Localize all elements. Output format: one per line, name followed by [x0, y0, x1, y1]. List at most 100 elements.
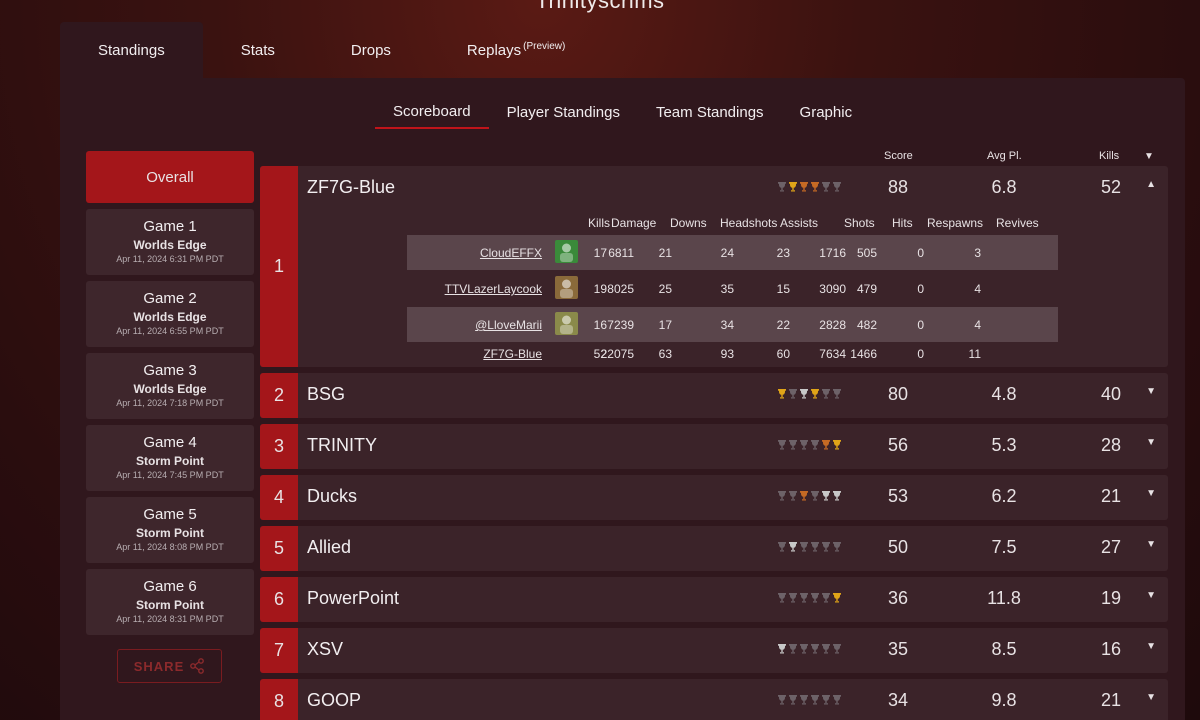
game-title: Game 4 [143, 434, 197, 451]
trophy-icon [788, 592, 798, 606]
expand-chevron-icon[interactable]: ▼ [1146, 488, 1156, 499]
game-title: Game 5 [143, 506, 197, 523]
share-icon [190, 658, 205, 674]
subtab-scoreboard[interactable]: Scoreboard [375, 95, 489, 129]
team-score: 88 [887, 177, 909, 197]
game-map: Storm Point [136, 598, 204, 612]
team-avg: 4.8 [991, 384, 1017, 404]
game-date: Apr 11, 2024 7:45 PM PDT [116, 470, 224, 480]
subtab-team-standings[interactable]: Team Standings [638, 95, 782, 129]
team-row[interactable]: 8 GOOP 34 9.8 21 ▼ [260, 679, 1168, 720]
game-button-5[interactable]: Game 5 Storm Point Apr 11, 2024 8:08 PM PD… [86, 497, 254, 563]
team-row[interactable]: 2 BSG 80 4.8 40 ▼ [260, 373, 1168, 418]
trophy-icon [799, 490, 809, 504]
team-avg: 8.5 [991, 639, 1017, 659]
tab-stats[interactable]: Stats [203, 22, 313, 78]
col-score: Score [884, 150, 913, 162]
team-row[interactable]: 3 TRINITY 56 5.3 28 ▼ [260, 424, 1168, 469]
trophy-icon [799, 694, 809, 708]
collapse-chevron-icon[interactable]: ▲ [1146, 179, 1156, 190]
team-row[interactable]: 6 PowerPoint 36 11.8 19 ▼ [260, 577, 1168, 622]
expand-chevron-icon[interactable]: ▼ [1146, 692, 1156, 703]
player-stat-headshots: 34 [720, 318, 734, 332]
trophy-icon [777, 181, 787, 195]
trophy-icon [788, 643, 798, 657]
expand-chevron-icon[interactable]: ▼ [1146, 539, 1156, 550]
trophy-icon [810, 643, 820, 657]
game-button-2[interactable]: Game 2 Worlds Edge Apr 11, 2024 6:55 PM PD… [86, 281, 254, 347]
team-kills: 52 [1100, 177, 1122, 197]
team-row[interactable]: 4 Ducks 53 6.2 21 ▼ [260, 475, 1168, 520]
trophy-icon [821, 643, 831, 657]
trophy-icon [788, 181, 798, 195]
subtab-graphic[interactable]: Graphic [782, 95, 871, 129]
player-stat-revives: 4 [974, 282, 981, 296]
trophy-icon [777, 643, 787, 657]
team-rank: 4 [260, 475, 298, 520]
team-name: Allied [307, 537, 352, 557]
team-rank: 8 [260, 679, 298, 720]
share-button[interactable]: SHARE [117, 649, 222, 683]
expand-chevron-icon[interactable]: ▼ [1146, 386, 1156, 397]
player-name[interactable]: TTVLazerLaycook [445, 282, 542, 296]
player-stat-respawns: 0 [917, 282, 924, 296]
team-rank: 3 [260, 424, 298, 469]
sort-dropdown-icon[interactable]: ▼ [1144, 151, 1154, 162]
game-placements [777, 388, 842, 402]
team-rank: 2 [260, 373, 298, 418]
player-stat-assists: 23 [776, 246, 790, 260]
trophy-icon [788, 541, 798, 555]
player-name[interactable]: @LloveMarii [475, 318, 542, 332]
stat-header-assists: Assists [780, 216, 819, 230]
game-button-4[interactable]: Game 4 Storm Point Apr 11, 2024 7:45 PM PD… [86, 425, 254, 491]
player-name[interactable]: ZF7G-Blue [483, 347, 542, 361]
game-title: Game 2 [143, 290, 197, 307]
player-stat-headshots: 35 [720, 282, 734, 296]
subtab-player-standings[interactable]: Player Standings [489, 95, 638, 129]
player-stat-damage: 6811 [608, 246, 634, 260]
tab-drops[interactable]: Drops [313, 22, 429, 78]
expand-chevron-icon[interactable]: ▼ [1146, 437, 1156, 448]
tab-replays[interactable]: Replays (Preview) [429, 22, 603, 78]
player-row: TTVLazerLaycook 19 8025 25 35 15 3090 479 0 4 [407, 271, 1058, 306]
team-total-row: ZF7G-Blue 52 22075 63 93 60 7634 1466 0 11 [407, 343, 1058, 365]
game-button-3[interactable]: Game 3 Worlds Edge Apr 11, 2024 7:18 PM PD… [86, 353, 254, 419]
team-row[interactable]: 5 Allied 50 7.5 27 ▼ [260, 526, 1168, 571]
game-placements [777, 592, 842, 606]
game-title: Game 6 [143, 578, 197, 595]
share-label: SHARE [133, 658, 185, 674]
trophy-icon [821, 181, 831, 195]
trophy-icon [777, 694, 787, 708]
team-name: PowerPoint [307, 588, 400, 608]
trophy-icon [810, 541, 820, 555]
trophy-icon [777, 439, 787, 453]
team-row[interactable]: 1 ZF7G-Blue 88 6.8 52 ▲ Kills Damage Downs Headsh… [260, 166, 1168, 367]
tab-standings[interactable]: Standings [60, 22, 203, 78]
game-date: Apr 11, 2024 8:08 PM PDT [116, 542, 224, 552]
game-button-1[interactable]: Game 1 Worlds Edge Apr 11, 2024 6:31 PM PD… [86, 209, 254, 275]
team-avg: 7.5 [991, 537, 1017, 557]
preview-badge: (Preview) [523, 40, 566, 52]
trophy-icon [810, 592, 820, 606]
stat-header-headshots: Headshots [720, 216, 778, 230]
stat-header-shots: Shots [844, 216, 875, 230]
team-name: TRINITY [307, 435, 377, 455]
player-name[interactable]: CloudEFFX [480, 246, 542, 260]
trophy-icon [832, 592, 842, 606]
standings-list: 1 ZF7G-Blue 88 6.8 52 ▲ Kills Damage Downs Headsh… [260, 166, 1168, 720]
team-avg: 5.3 [991, 435, 1017, 455]
sub-tabs: Scoreboard Player Standings Team Standin… [375, 95, 870, 129]
trophy-icon [821, 592, 831, 606]
trophy-icon [777, 388, 787, 402]
overall-button[interactable]: Overall [86, 151, 254, 203]
trophy-icon [821, 388, 831, 402]
team-name: Ducks [307, 486, 358, 506]
team-score: 35 [887, 639, 909, 659]
player-stat-damage: 7239 [607, 318, 634, 332]
team-row[interactable]: 7 XSV 35 8.5 16 ▼ [260, 628, 1168, 673]
expand-chevron-icon[interactable]: ▼ [1146, 590, 1156, 601]
player-stat-revives: 3 [974, 246, 981, 260]
expand-chevron-icon[interactable]: ▼ [1146, 641, 1156, 652]
player-row: @LloveMarii 16 7239 17 34 22 2828 482 0 4 [407, 307, 1058, 342]
game-button-6[interactable]: Game 6 Storm Point Apr 11, 2024 8:31 PM PD… [86, 569, 254, 635]
